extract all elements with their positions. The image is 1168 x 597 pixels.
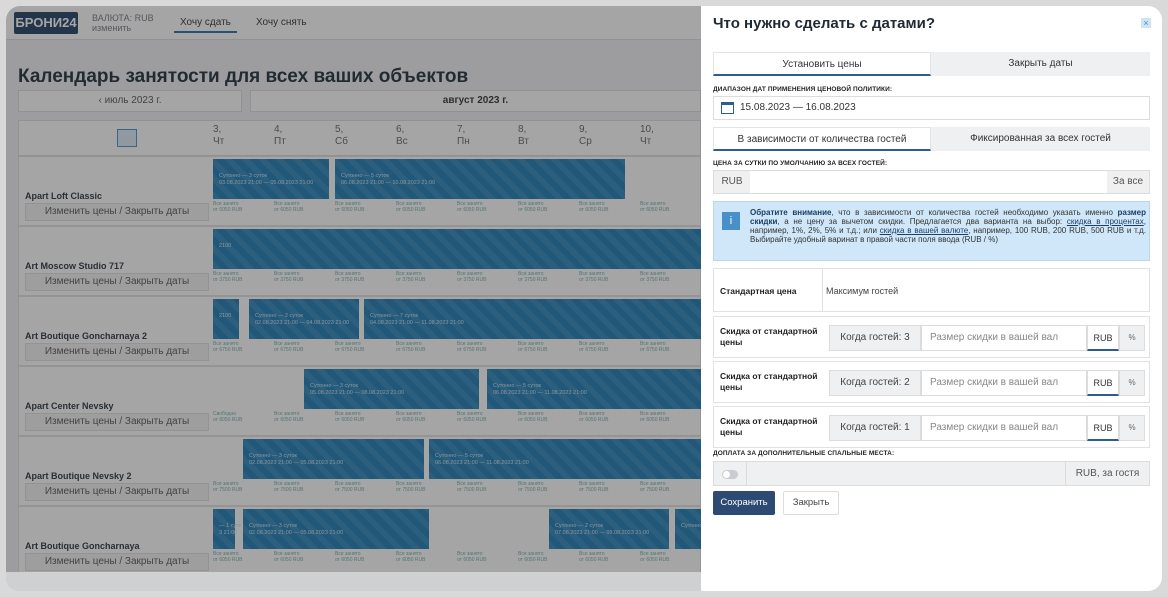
screen-frame: БРОНИ24 ВАЛЮТА: RUB изменить Хочу сдать … bbox=[6, 6, 1162, 591]
modal-overlay[interactable] bbox=[6, 6, 701, 591]
extra-beds-suffix: RUB, за гостя bbox=[1065, 462, 1149, 485]
discount-label: Скидка от стандартной цены bbox=[720, 326, 818, 347]
unit-percent-toggle[interactable]: % bbox=[1119, 370, 1145, 396]
date-range-input[interactable]: 15.08.2023 — 16.08.2023 bbox=[713, 96, 1150, 120]
info-notice: i Обратите внимание, что в зависимости о… bbox=[713, 201, 1150, 261]
unit-rub-toggle[interactable]: RUB bbox=[1087, 415, 1119, 441]
discount-label: Скидка от стандартной цены bbox=[720, 371, 818, 392]
price-currency: RUB bbox=[714, 171, 750, 193]
scrollbar-strip bbox=[6, 572, 701, 591]
unit-percent-toggle[interactable]: % bbox=[1119, 325, 1145, 351]
info-text: Обратите внимание, что в зависимости от … bbox=[750, 208, 1147, 244]
calendar-icon bbox=[721, 102, 734, 114]
extra-beds-toggle[interactable] bbox=[722, 470, 738, 479]
price-suffix: За все bbox=[1107, 171, 1149, 193]
guest-count-label: Когда гостей: 1 bbox=[829, 415, 921, 441]
tab-per-guest-count[interactable]: В зависимости от количества гостей bbox=[713, 127, 931, 151]
tab-fixed-all-guests[interactable]: Фиксированная за всех гостей bbox=[931, 127, 1150, 151]
panel-title: Что нужно сделать с датами? bbox=[713, 15, 935, 32]
discount-row: Скидка от стандартной цены Когда гостей: … bbox=[713, 406, 1150, 448]
tab-close-dates[interactable]: Закрыть даты bbox=[931, 52, 1150, 76]
date-range-label: ДИАПАЗОН ДАТ ПРИМЕНЕНИЯ ЦЕНОВОЙ ПОЛИТИКИ… bbox=[713, 86, 893, 93]
background-app: БРОНИ24 ВАЛЮТА: RUB изменить Хочу сдать … bbox=[6, 6, 701, 591]
discount-input[interactable]: Размер скидки в вашей вал bbox=[921, 415, 1087, 441]
discount-row: Скидка от стандартной цены Когда гостей: … bbox=[713, 316, 1150, 358]
max-guests-label: Максимум гостей bbox=[826, 286, 899, 296]
date-range-value: 15.08.2023 — 16.08.2023 bbox=[740, 102, 856, 113]
guest-count-label: Когда гостей: 2 bbox=[829, 370, 921, 396]
price-label: ЦЕНА ЗА СУТКИ ПО УМОЛЧАНИЮ ЗА ВСЕХ ГОСТЕ… bbox=[713, 160, 888, 167]
discount-row: Скидка от стандартной цены Когда гостей: … bbox=[713, 361, 1150, 403]
save-button[interactable]: Сохранить bbox=[713, 491, 775, 515]
unit-rub-toggle[interactable]: RUB bbox=[1087, 370, 1119, 396]
unit-percent-toggle[interactable]: % bbox=[1119, 415, 1145, 441]
close-icon[interactable]: × bbox=[1141, 18, 1151, 28]
extra-beds-input[interactable]: RUB, за гостя bbox=[713, 461, 1150, 486]
discount-label: Скидка от стандартной цены bbox=[720, 416, 818, 437]
standard-price-row: Стандартная цена Максимум гостей bbox=[713, 268, 1150, 312]
tab-set-prices[interactable]: Установить цены bbox=[713, 52, 931, 76]
extra-beds-label: ДОПЛАТА ЗА ДОПОЛНИТЕЛЬНЫЕ СПАЛЬНЫЕ МЕСТА… bbox=[713, 450, 895, 457]
standard-price-label: Стандартная цена bbox=[720, 286, 797, 296]
info-icon: i bbox=[722, 212, 740, 230]
guest-count-label: Когда гостей: 3 bbox=[829, 325, 921, 351]
percent-discount-link[interactable]: скидка в процентах bbox=[1067, 217, 1144, 226]
default-price-input[interactable]: RUB За все bbox=[713, 170, 1150, 194]
side-panel: Что нужно сделать с датами? × Установить… bbox=[701, 6, 1162, 591]
unit-rub-toggle[interactable]: RUB bbox=[1087, 325, 1119, 351]
currency-discount-link[interactable]: скидка в вашей валюте bbox=[880, 226, 969, 235]
discount-input[interactable]: Размер скидки в вашей вал bbox=[921, 325, 1087, 351]
discount-input[interactable]: Размер скидки в вашей вал bbox=[921, 370, 1087, 396]
close-button[interactable]: Закрыть bbox=[783, 491, 839, 515]
